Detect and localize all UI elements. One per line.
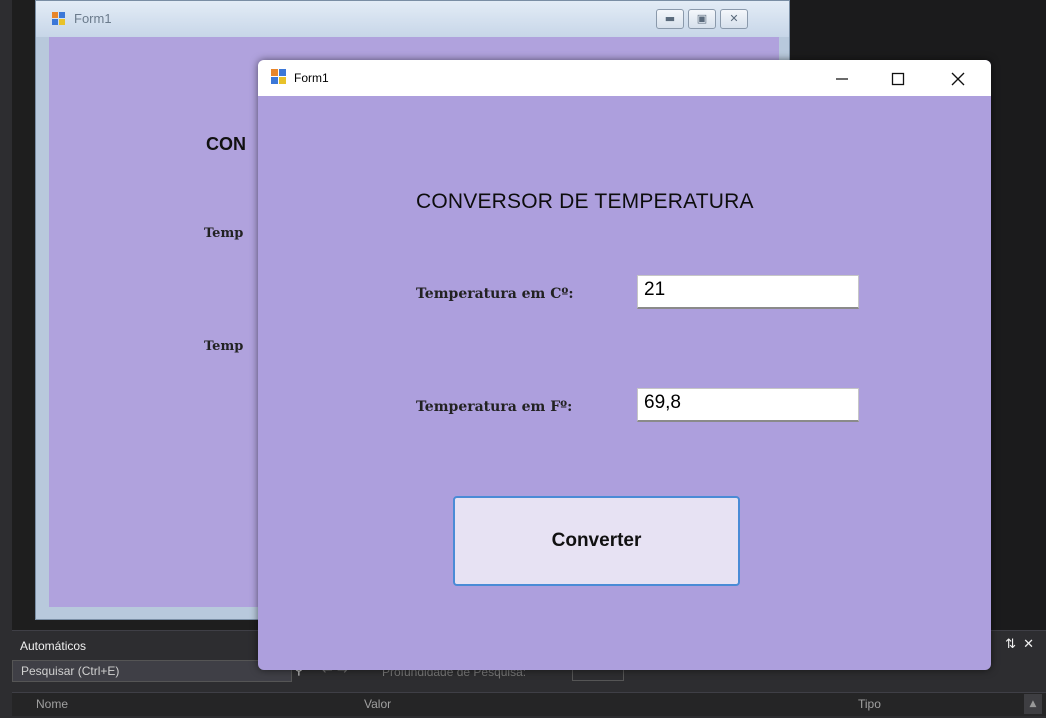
designer-form-title: Form1: [74, 11, 112, 26]
column-header-type[interactable]: Tipo: [858, 697, 881, 711]
designer-close-icon: ✕: [720, 9, 748, 29]
autos-search-input[interactable]: Pesquisar (Ctrl+E): [12, 660, 292, 682]
running-form-title: Form1: [294, 71, 329, 85]
close-icon[interactable]: ✕: [1023, 637, 1034, 652]
convert-button[interactable]: Converter: [453, 496, 740, 586]
pin-icon[interactable]: ⇅: [1005, 637, 1016, 652]
fahrenheit-label: Temperatura em Fº:: [416, 399, 573, 415]
celsius-label: Temperatura em Cº:: [416, 286, 574, 302]
autos-panel-title: Automáticos: [20, 639, 87, 653]
autos-search-placeholder: Pesquisar (Ctrl+E): [21, 664, 120, 678]
column-header-name[interactable]: Nome: [36, 697, 68, 711]
form-app-icon: [51, 11, 67, 27]
fahrenheit-input[interactable]: 69,8: [637, 388, 859, 422]
scroll-up-icon[interactable]: ▲: [1024, 694, 1042, 714]
designer-heading-fragment: CON: [206, 134, 246, 154]
minimize-icon[interactable]: [814, 60, 870, 96]
designer-maximize-icon: ▣: [688, 9, 716, 29]
form-app-icon: [270, 68, 288, 86]
celsius-input[interactable]: 21: [637, 275, 859, 309]
designer-label-fahrenheit-fragment: Temp: [204, 339, 244, 354]
running-form-titlebar[interactable]: Form1: [258, 60, 991, 96]
designer-label-celsius-fragment: Temp: [204, 226, 244, 241]
designer-minimize-icon: ▬: [656, 9, 684, 29]
autos-column-headers: Nome Valor Tipo: [12, 692, 1046, 716]
ide-left-edge: [0, 0, 12, 718]
column-header-value[interactable]: Valor: [364, 697, 391, 711]
designer-form-titlebar: Form1 ▬ ▣ ✕: [36, 1, 789, 37]
running-form-window: Form1 CONVERSOR DE TEMPERATURA Temperatu…: [258, 60, 991, 670]
close-icon[interactable]: [930, 60, 986, 96]
maximize-icon[interactable]: [870, 60, 926, 96]
form-heading: CONVERSOR DE TEMPERATURA: [416, 190, 754, 213]
